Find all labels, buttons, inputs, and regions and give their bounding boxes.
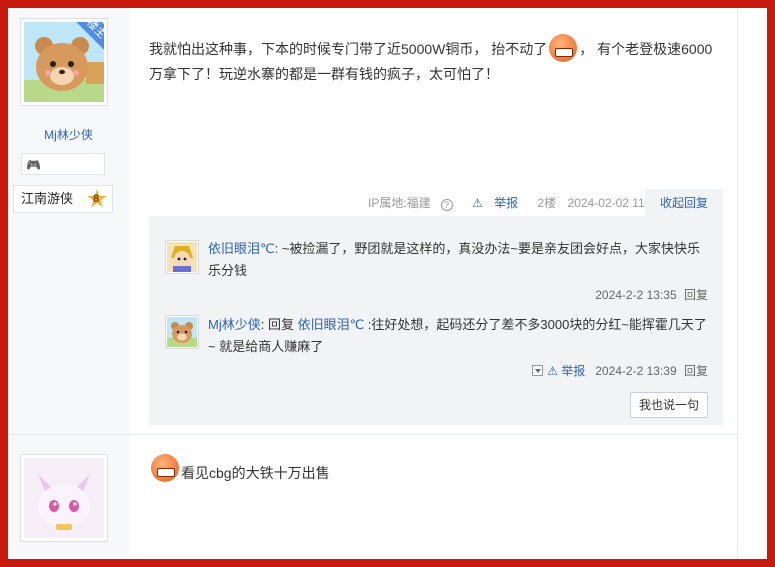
post-divider bbox=[8, 434, 737, 435]
post-content: 看见cbg的大铁十万出售 bbox=[149, 454, 330, 488]
reply-text: : ~被捡漏了，野团就是这样的，真没办法~要是亲友团会好点，大家快快乐乐分钱 bbox=[208, 241, 701, 278]
author-level: 8 bbox=[93, 193, 100, 205]
reply-avatar[interactable] bbox=[165, 315, 199, 349]
reply-username[interactable]: 依旧眼泪℃ bbox=[208, 241, 275, 256]
report-link[interactable]: ⚠ 举报 bbox=[472, 196, 526, 210]
report-link[interactable]: ⚠ 举报 bbox=[547, 364, 585, 378]
post-content-text: 我就怕出这种事，下本的时候专门带了近5000W铜币， 抬不动了 bbox=[149, 41, 548, 57]
forum-thread: 楼主 Mj林少侠 🎮 江南游侠 8 我就怕出这种事，下本的时候专门带了近5000… bbox=[8, 8, 767, 559]
reply-content: 依旧眼泪℃: ~被捡漏了，野团就是这样的，真没办法~要是亲友团会好点，大家快快乐… bbox=[208, 238, 708, 282]
post-meta: IP属地:福建? ⚠ 举报 2楼 2024-02-02 11:33 bbox=[368, 192, 669, 214]
angry-face-emoji-icon bbox=[549, 34, 578, 62]
reply-target-username[interactable]: 依旧眼泪℃ bbox=[298, 317, 365, 332]
warning-icon: ⚠ bbox=[547, 364, 558, 378]
reply-prefix: : 回复 bbox=[260, 317, 298, 332]
reply-button[interactable]: 回复 bbox=[684, 364, 708, 378]
author-badges: 🎮 bbox=[21, 153, 105, 175]
gamepad-icon[interactable]: 🎮 bbox=[26, 158, 41, 172]
reply-username[interactable]: Mj林少侠 bbox=[208, 317, 261, 332]
post-content-text: 看见cbg的大铁十万出售 bbox=[181, 465, 330, 481]
author-name[interactable]: Mj林少侠 bbox=[8, 126, 129, 143]
reply-button[interactable]: 回复 bbox=[684, 288, 708, 302]
author-avatar[interactable] bbox=[20, 454, 108, 542]
right-sidebar bbox=[737, 8, 767, 559]
post-content: 我就怕出这种事，下本的时候专门带了近5000W铜币， 抬不动了， 有个老登极速6… bbox=[149, 34, 724, 86]
author-title: 江南游侠 bbox=[21, 191, 74, 206]
reply-time: 2024-2-2 13:35 bbox=[595, 288, 677, 302]
reply-meta: ⚠ 举报 2024-2-2 13:39 回复 bbox=[532, 362, 708, 379]
help-icon[interactable]: ? bbox=[440, 199, 453, 211]
chevron-down-icon[interactable] bbox=[532, 365, 544, 376]
warning-icon: ⚠ bbox=[472, 196, 483, 210]
smile-face-emoji-icon bbox=[151, 454, 179, 482]
cat-avatar-image bbox=[24, 458, 104, 538]
floor-number: 2楼 bbox=[537, 196, 557, 210]
add-comment-button[interactable]: 我也说一句 bbox=[630, 392, 708, 418]
ip-location: IP属地:福建? bbox=[368, 196, 461, 211]
author-avatar[interactable]: 楼主 bbox=[20, 18, 108, 106]
reply-box: 依旧眼泪℃: ~被捡漏了，野团就是这样的，真没办法~要是亲友团会好点，大家快快乐… bbox=[149, 216, 723, 425]
reply-time: 2024-2-2 13:39 bbox=[595, 364, 677, 378]
reply-avatar[interactable] bbox=[165, 240, 199, 274]
collapse-replies-button[interactable]: 收起回复 bbox=[645, 189, 723, 217]
reply-content: Mj林少侠: 回复 依旧眼泪℃ :往好处想，起码还分了差不多3000块的分红~能… bbox=[208, 314, 708, 358]
bear-avatar-image: 楼主 bbox=[24, 22, 104, 102]
author-title-badge[interactable]: 江南游侠 8 bbox=[13, 185, 113, 213]
reply-meta: 2024-2-2 13:35 回复 bbox=[595, 286, 708, 303]
